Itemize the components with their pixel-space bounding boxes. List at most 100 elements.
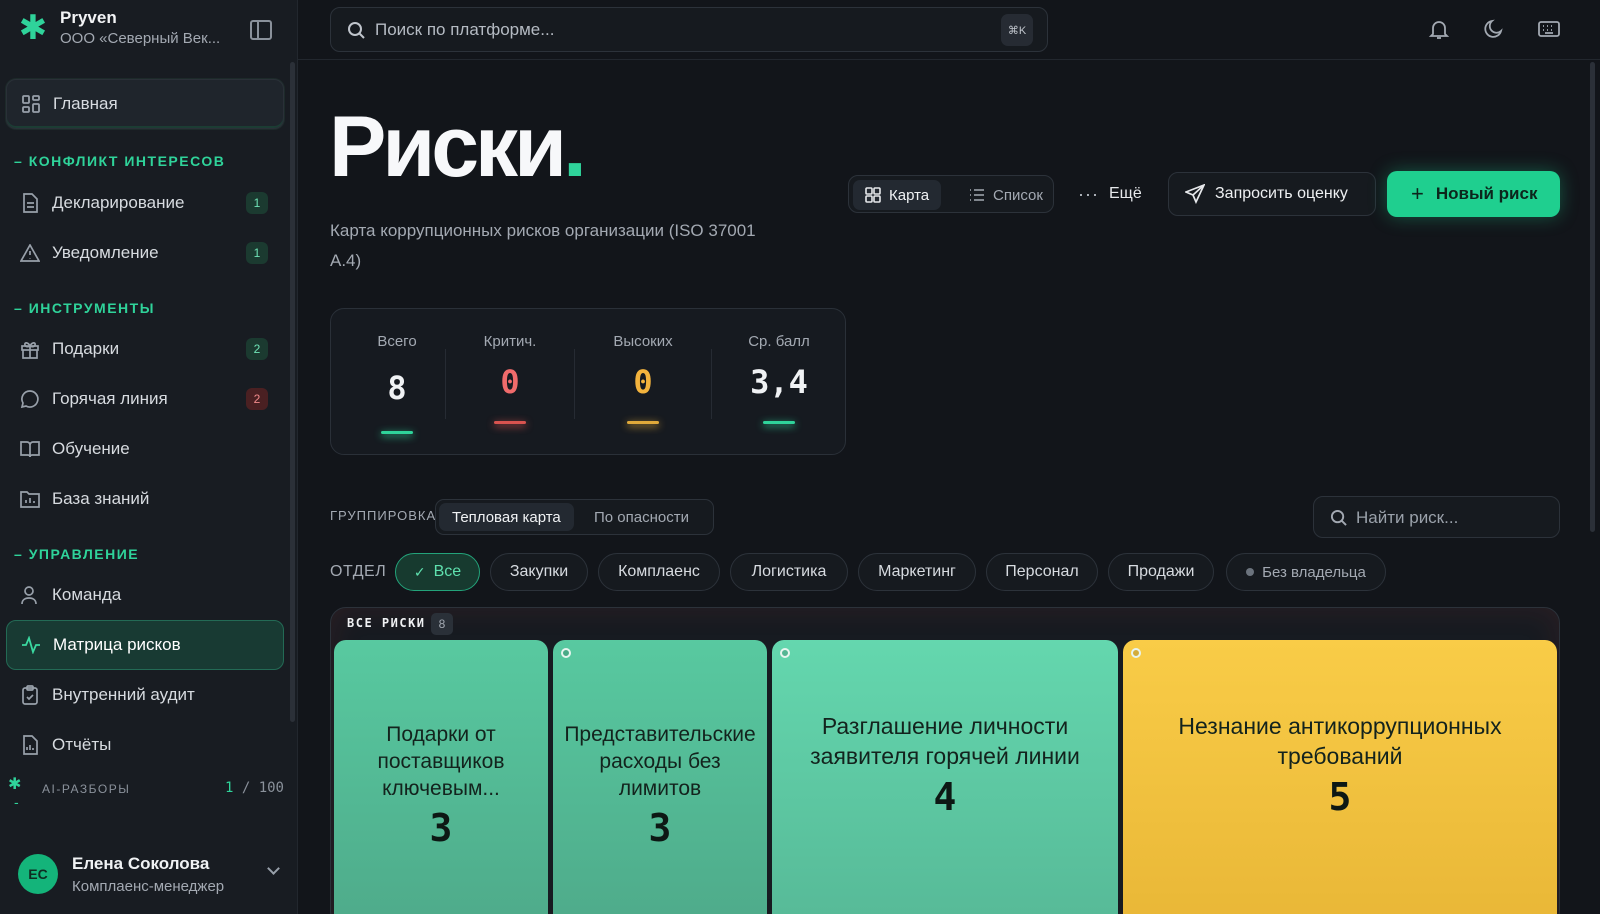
stat-average-score: Ср. балл 3,4 — [712, 309, 846, 456]
stat-accent-bar — [763, 421, 795, 424]
send-icon — [1185, 184, 1205, 204]
risk-score: 5 — [1328, 775, 1352, 819]
risk-title: Представительские расходы без лимитов — [564, 722, 756, 800]
more-dots-icon: ··· — [1078, 183, 1099, 204]
risk-title: Разглашение личности заявителя горячей л… — [810, 713, 1080, 769]
sidebar-item-reports[interactable]: Отчёты — [6, 720, 284, 770]
view-map-button[interactable]: Карта — [853, 180, 942, 210]
sidebar-item-label: Команда — [52, 585, 122, 604]
search-icon — [1330, 509, 1347, 531]
sidebar-item-knowledge-base[interactable]: База знаний — [6, 474, 284, 524]
sidebar-item-home[interactable]: Главная — [6, 79, 284, 129]
chip-department[interactable]: Закупки — [490, 553, 588, 591]
sidebar-item-label: Матрица рисков — [53, 635, 181, 654]
sidebar-item-label: Внутренний аудит — [52, 685, 195, 704]
sidebar-item-training[interactable]: Обучение — [6, 424, 284, 474]
stat-accent-bar — [381, 431, 413, 434]
stat-accent-bar — [627, 421, 659, 424]
moon-icon[interactable] — [1483, 18, 1507, 42]
sidebar-item-label: Горячая линия — [52, 389, 168, 408]
department-label: ОТДЕЛ — [330, 563, 387, 580]
ai-reviews-label: AI-РАЗБОРЫ — [42, 782, 131, 796]
stat-critical: Критич. 0 — [446, 309, 574, 456]
bell-icon[interactable] — [1428, 18, 1452, 42]
ai-reviews-quota: ✱ - AI-РАЗБОРЫ 1 / 100 — [8, 776, 284, 810]
count-badge: 2 — [246, 338, 268, 360]
grouping-label: ГРУППИРОВКА — [330, 508, 437, 523]
folder-chart-icon — [20, 489, 40, 509]
risk-score: 3 — [429, 805, 453, 850]
collapse-sidebar-icon[interactable] — [250, 20, 272, 40]
plus-icon: + — [1411, 181, 1424, 206]
group-heatmap-button[interactable]: Тепловая карта — [439, 503, 574, 531]
section-title-conflict: – КОНФЛИКТ ИНТЕРЕСОВ — [14, 153, 226, 169]
list-icon — [970, 189, 984, 201]
page-title: Риски. — [329, 99, 587, 195]
risk-cell[interactable]: Подарки от поставщиков ключевым... 3 — [334, 640, 548, 914]
risk-cell[interactable]: Представительские расходы без лимитов 3 — [553, 640, 767, 914]
chip-department[interactable]: Персонал — [986, 553, 1098, 591]
ai-reviews-count: 1 / 100 — [224, 780, 284, 796]
stat-value: 3,4 — [750, 363, 808, 401]
brand-name: Pryven — [60, 8, 117, 27]
find-risk-input[interactable]: Найти риск... — [1313, 496, 1560, 538]
request-assessment-button[interactable]: Запросить оценку — [1168, 172, 1376, 216]
sidebar-scrollbar[interactable] — [290, 62, 295, 722]
new-risk-button[interactable]: + Новый риск — [1387, 171, 1560, 217]
more-button[interactable]: ··· Ещё — [1078, 175, 1142, 213]
activity-pulse-icon — [21, 635, 41, 655]
brand[interactable]: ✱ Pryven ООО «Северный Век... — [18, 8, 278, 47]
clipboard-check-icon — [20, 685, 40, 705]
risk-cell[interactable]: Незнание антикоррупционных требований 5 — [1123, 640, 1557, 914]
heatmap-count: 8 — [431, 613, 453, 635]
risk-title: Незнание антикоррупционных требований — [1178, 713, 1502, 769]
report-icon — [20, 735, 40, 755]
page-subtitle: Карта коррупционных рисков организации (… — [330, 221, 756, 270]
risk-heatmap: ВСЕ РИСКИ 8 Подарки от поставщиков ключе… — [330, 607, 1560, 914]
chip-no-owner[interactable]: Без владельца — [1226, 553, 1386, 591]
sidebar-item-hotline[interactable]: Горячая линия 2 — [6, 374, 284, 424]
chevron-down-icon — [267, 862, 280, 875]
sidebar-item-team[interactable]: Команда — [6, 570, 284, 620]
keyboard-icon[interactable] — [1538, 18, 1562, 42]
stat-total: Всего 8 — [349, 309, 445, 456]
risk-marker — [561, 648, 571, 658]
chip-department[interactable]: Маркетинг — [858, 553, 976, 591]
sidebar-item-label: Главная — [53, 94, 118, 113]
chip-all[interactable]: ✓ Все — [395, 553, 480, 591]
warning-triangle-icon — [20, 243, 40, 263]
global-search-input[interactable]: Поиск по платформе... ⌘K — [330, 7, 1048, 52]
user-menu[interactable]: ЕС Елена Соколова Комплаенс-менеджер — [18, 854, 288, 898]
asterisk-logo-icon: ✱ — [18, 8, 48, 47]
stat-value: 8 — [387, 369, 407, 407]
sidebar-item-label: Декларирование — [52, 193, 185, 212]
chip-department[interactable]: Комплаенс — [598, 553, 720, 591]
chip-department[interactable]: Логистика — [730, 553, 848, 591]
page-scrollbar[interactable] — [1590, 62, 1595, 532]
group-severity-button[interactable]: По опасности — [581, 503, 702, 531]
sparkle-icon: ✱ — [8, 776, 22, 793]
stat-high: Высоких 0 — [575, 309, 711, 456]
chip-department[interactable]: Продажи — [1108, 553, 1214, 591]
sidebar-item-declaration[interactable]: Декларирование 1 — [6, 178, 284, 228]
user-icon — [20, 585, 40, 605]
status-dot — [1246, 568, 1255, 576]
shortcut-hint: ⌘K — [1001, 14, 1033, 46]
chat-bubble-icon — [20, 389, 40, 409]
search-icon — [347, 21, 365, 44]
risk-cell[interactable]: Разглашение личности заявителя горячей л… — [772, 640, 1118, 914]
stat-value: 0 — [500, 363, 520, 401]
sidebar-item-risk-matrix[interactable]: Матрица рисков — [6, 620, 284, 670]
view-list-button[interactable]: Список — [957, 180, 1055, 210]
sidebar-item-gifts[interactable]: Подарки 2 — [6, 324, 284, 374]
sidebar-item-label: Отчёты — [52, 735, 112, 754]
check-icon: ✓ — [413, 563, 426, 580]
count-badge: 2 — [246, 388, 268, 410]
stat-accent-bar — [494, 421, 526, 424]
sidebar-item-notification[interactable]: Уведомление 1 — [6, 228, 284, 278]
view-toggle: Карта Список — [848, 175, 1054, 213]
sidebar-item-label: Обучение — [52, 439, 130, 458]
section-title-tools: – ИНСТРУМЕНТЫ — [14, 300, 155, 316]
section-title-management: – УПРАВЛЕНИЕ — [14, 546, 140, 562]
sidebar-item-internal-audit[interactable]: Внутренний аудит — [6, 670, 284, 720]
